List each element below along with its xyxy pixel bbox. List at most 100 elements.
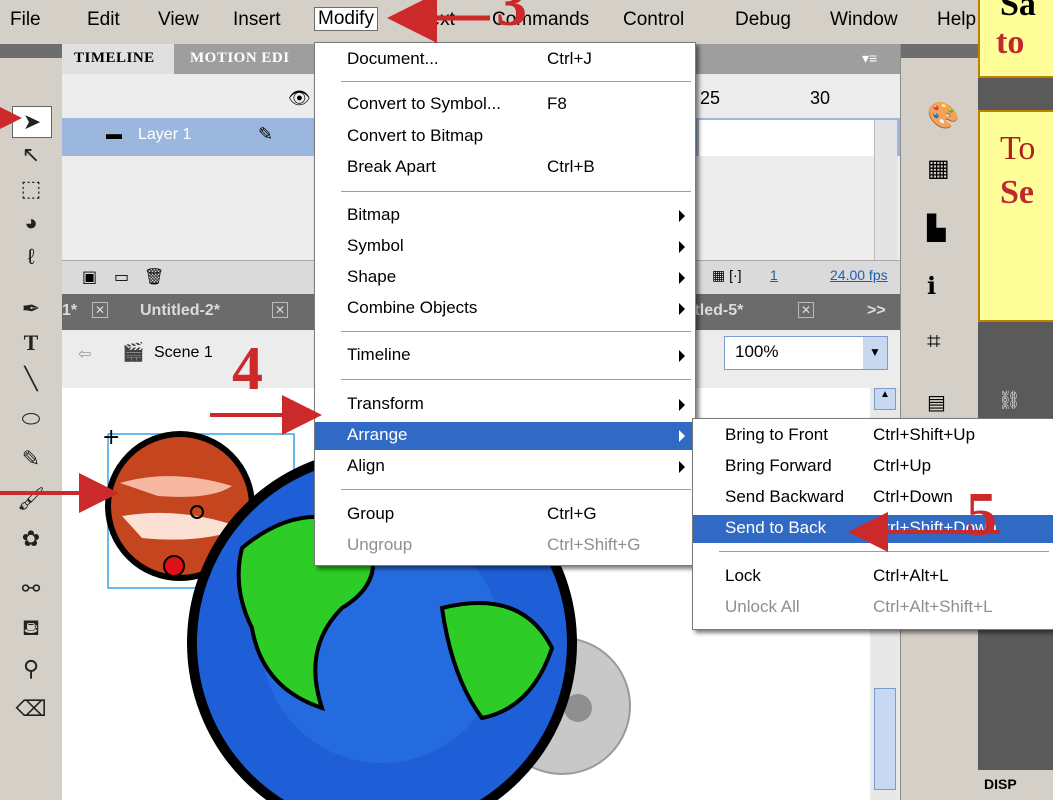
menu-item-timeline[interactable]: Timeline [315, 342, 695, 370]
doc-tab-1[interactable]: 1* [62, 302, 77, 320]
back-arrow-icon[interactable]: ⇦ [78, 344, 91, 364]
doc-tab-5[interactable]: itled-5* [690, 302, 743, 320]
callout-top-text: Sa [1000, 0, 1036, 23]
menu-control[interactable]: Control [623, 9, 684, 31]
line-tool-icon[interactable]: ╲ [12, 364, 50, 394]
paint-bucket-tool-icon[interactable]: ⛾ [12, 614, 50, 644]
free-transform-tool-icon[interactable]: ⬚ [12, 174, 50, 204]
menu-modify[interactable]: Modify [314, 7, 378, 31]
color-palette-icon[interactable]: 🎨 [927, 100, 959, 131]
step-4-label: 4 [232, 335, 263, 403]
chevron-down-icon[interactable]: ▼ [863, 337, 887, 369]
timeline-scrollbar[interactable] [874, 120, 897, 260]
subselection-tool-icon[interactable]: ↖ [12, 140, 50, 170]
menu-item-bring-to-front[interactable]: Bring to Front Ctrl+Shift+Up [693, 422, 1053, 450]
menu-item-symbol[interactable]: Symbol [315, 233, 695, 261]
menu-item-lock[interactable]: Lock Ctrl+Alt+L [693, 563, 1053, 591]
menu-item-group[interactable]: Group Ctrl+G [315, 501, 695, 529]
scroll-thumb[interactable] [874, 688, 896, 790]
menu-item-arrange[interactable]: Arrange [315, 422, 695, 450]
submenu-arrow-icon [679, 210, 685, 222]
bone-tool-icon[interactable]: ⚯ [12, 574, 50, 604]
swatches-icon[interactable]: ▦ [927, 154, 950, 183]
eye-icon[interactable]: 👁 [288, 88, 311, 109]
onion-skin-icon[interactable]: ▦ [·] [712, 267, 742, 284]
menu-item-convert-to-bitmap[interactable]: Convert to Bitmap [315, 123, 695, 151]
menu-help[interactable]: Help [937, 9, 976, 31]
scroll-up-arrow-icon[interactable]: ▲ [874, 388, 896, 410]
library-icon[interactable]: ▤ [927, 390, 946, 415]
info-icon[interactable]: ℹ [927, 272, 936, 301]
more-tabs-button[interactable]: >> [867, 302, 886, 320]
3d-rotation-tool-icon[interactable]: ◕ [12, 208, 50, 238]
step-3-label: 3 [496, 0, 527, 39]
modify-menu: Document... Ctrl+J Convert to Symbol... F8… [314, 42, 696, 566]
pencil-tool-icon[interactable]: ✎ [12, 444, 50, 474]
menu-item-bitmap[interactable]: Bitmap [315, 202, 695, 230]
menu-item-bring-forward[interactable]: Bring Forward Ctrl+Up [693, 453, 1053, 481]
menu-item-transform[interactable]: Transform [315, 391, 695, 419]
zoom-value: 100% [735, 342, 779, 361]
layer-name[interactable]: Layer 1 [138, 126, 191, 144]
deco-tool-icon[interactable]: ✿ [12, 524, 50, 554]
menu-debug[interactable]: Debug [735, 9, 791, 31]
menu-item-send-to-back[interactable]: Send to Back Ctrl+Shift+Down [693, 515, 1053, 543]
oval-tool-icon[interactable]: ⬭ [12, 404, 50, 434]
callout-top-text-2: to [996, 24, 1025, 61]
scene-label: Scene 1 [154, 344, 213, 361]
eyedropper-tool-icon[interactable]: ⚲ [12, 654, 50, 684]
menu-edit[interactable]: Edit [87, 9, 120, 31]
transform-panel-icon[interactable]: ⌗ [927, 328, 941, 356]
eraser-tool-icon[interactable]: ⌫ [12, 694, 50, 724]
frame-tick-30: 30 [810, 88, 831, 108]
text-tool-icon[interactable]: T [12, 328, 50, 358]
new-layer-icon[interactable]: ▣ [82, 267, 97, 287]
tab-motion-editor[interactable]: MOTION EDI [190, 50, 290, 67]
close-icon[interactable]: ✕ [798, 302, 814, 318]
callout-top: Sa to [978, 0, 1053, 78]
layer-icon: ▬ [106, 126, 122, 143]
menu-file[interactable]: File [10, 9, 41, 31]
step-5-label: 5 [966, 481, 997, 549]
new-folder-icon[interactable]: ▭ [114, 267, 129, 287]
doc-tab-2[interactable]: Untitled-2* [140, 302, 220, 320]
arrange-submenu: Bring to Front Ctrl+Shift+Up Bring Forwar… [692, 418, 1053, 630]
close-icon[interactable]: ✕ [272, 302, 288, 318]
submenu-arrow-icon [679, 461, 685, 473]
close-icon[interactable]: ✕ [92, 302, 108, 318]
menu-item-combine-objects[interactable]: Combine Objects [315, 295, 695, 323]
frame-cells[interactable] [698, 120, 875, 156]
panel-menu-icon[interactable]: ▾≡ [862, 50, 877, 67]
menu-item-document[interactable]: Document... Ctrl+J [315, 46, 695, 74]
trash-icon[interactable]: 🗑 [144, 267, 164, 287]
brush-tool-icon[interactable]: 🖌 [12, 484, 50, 514]
lasso-tool-icon[interactable]: ℓ [12, 242, 50, 272]
menu-item-shape[interactable]: Shape [315, 264, 695, 292]
callout-mid-text-2: Se [1000, 174, 1034, 211]
component-icon[interactable]: ⛓ [998, 390, 1021, 411]
pen-tool-icon[interactable]: ✒ [12, 294, 50, 324]
menu-item-convert-to-symbol[interactable]: Convert to Symbol... F8 [315, 91, 695, 119]
menu-text[interactable]: Text [420, 9, 455, 31]
selection-tool-icon[interactable]: ➤ [12, 106, 52, 138]
registration-cross: + [102, 425, 120, 450]
menu-item-ungroup: Ungroup Ctrl+Shift+G [347, 535, 641, 554]
align-icon[interactable]: ▙ [927, 214, 945, 243]
current-frame[interactable]: 1 [770, 267, 778, 283]
display-section[interactable]: DISP [978, 770, 1053, 800]
menu-item-unlock-all: Unlock All Ctrl+Alt+Shift+L [725, 597, 993, 616]
zoom-select[interactable]: 100% ▼ [724, 336, 888, 370]
pencil-icon: ✎ [258, 124, 274, 144]
red-spot [163, 555, 185, 577]
scene-icon: 🎬 [122, 342, 145, 362]
frame-rate[interactable]: 24.00 fps [830, 267, 888, 283]
callout-mid: To Se [978, 110, 1053, 322]
menu-item-align[interactable]: Align [315, 453, 695, 481]
tab-timeline[interactable]: TIMELINE [74, 50, 155, 67]
menu-insert[interactable]: Insert [233, 9, 281, 31]
menu-item-break-apart[interactable]: Break Apart Ctrl+B [315, 154, 695, 182]
disp-label: DISP [984, 776, 1017, 792]
menu-item-send-backward[interactable]: Send Backward Ctrl+Down [693, 484, 1053, 512]
menu-window[interactable]: Window [830, 9, 898, 31]
menu-view[interactable]: View [158, 9, 199, 31]
